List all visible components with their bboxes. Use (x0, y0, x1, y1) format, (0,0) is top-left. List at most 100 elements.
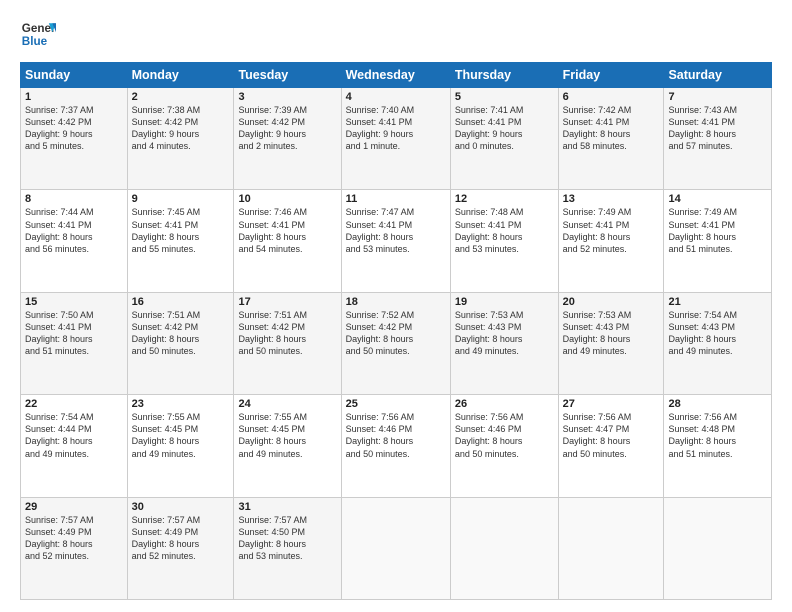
day-number: 10 (238, 193, 336, 205)
day-info: Sunrise: 7:47 AM Sunset: 4:41 PM Dayligh… (346, 206, 446, 255)
day-cell: 11Sunrise: 7:47 AM Sunset: 4:41 PM Dayli… (341, 190, 450, 292)
col-header-sunday: Sunday (21, 63, 128, 88)
day-number: 11 (346, 193, 446, 205)
day-cell (450, 497, 558, 599)
day-number: 22 (25, 398, 123, 410)
day-info: Sunrise: 7:55 AM Sunset: 4:45 PM Dayligh… (132, 411, 230, 460)
day-info: Sunrise: 7:50 AM Sunset: 4:41 PM Dayligh… (25, 309, 123, 358)
day-number: 19 (455, 296, 554, 308)
logo-icon: General Blue (20, 16, 56, 52)
day-info: Sunrise: 7:46 AM Sunset: 4:41 PM Dayligh… (238, 206, 336, 255)
day-info: Sunrise: 7:43 AM Sunset: 4:41 PM Dayligh… (668, 104, 767, 153)
day-number: 23 (132, 398, 230, 410)
week-row-3: 15Sunrise: 7:50 AM Sunset: 4:41 PM Dayli… (21, 292, 772, 394)
day-cell: 20Sunrise: 7:53 AM Sunset: 4:43 PM Dayli… (558, 292, 664, 394)
day-cell: 30Sunrise: 7:57 AM Sunset: 4:49 PM Dayli… (127, 497, 234, 599)
day-cell: 4Sunrise: 7:40 AM Sunset: 4:41 PM Daylig… (341, 88, 450, 190)
day-cell: 26Sunrise: 7:56 AM Sunset: 4:46 PM Dayli… (450, 395, 558, 497)
day-cell: 9Sunrise: 7:45 AM Sunset: 4:41 PM Daylig… (127, 190, 234, 292)
day-number: 3 (238, 91, 336, 103)
day-cell: 21Sunrise: 7:54 AM Sunset: 4:43 PM Dayli… (664, 292, 772, 394)
day-info: Sunrise: 7:49 AM Sunset: 4:41 PM Dayligh… (668, 206, 767, 255)
col-header-saturday: Saturday (664, 63, 772, 88)
day-number: 16 (132, 296, 230, 308)
day-info: Sunrise: 7:40 AM Sunset: 4:41 PM Dayligh… (346, 104, 446, 153)
day-number: 27 (563, 398, 660, 410)
day-cell (341, 497, 450, 599)
day-cell: 29Sunrise: 7:57 AM Sunset: 4:49 PM Dayli… (21, 497, 128, 599)
col-header-tuesday: Tuesday (234, 63, 341, 88)
calendar-table: SundayMondayTuesdayWednesdayThursdayFrid… (20, 62, 772, 600)
day-number: 31 (238, 501, 336, 513)
day-info: Sunrise: 7:41 AM Sunset: 4:41 PM Dayligh… (455, 104, 554, 153)
day-number: 2 (132, 91, 230, 103)
day-info: Sunrise: 7:55 AM Sunset: 4:45 PM Dayligh… (238, 411, 336, 460)
day-info: Sunrise: 7:57 AM Sunset: 4:49 PM Dayligh… (25, 514, 123, 563)
calendar-header-row: SundayMondayTuesdayWednesdayThursdayFrid… (21, 63, 772, 88)
day-cell: 15Sunrise: 7:50 AM Sunset: 4:41 PM Dayli… (21, 292, 128, 394)
day-info: Sunrise: 7:53 AM Sunset: 4:43 PM Dayligh… (563, 309, 660, 358)
day-info: Sunrise: 7:45 AM Sunset: 4:41 PM Dayligh… (132, 206, 230, 255)
day-number: 9 (132, 193, 230, 205)
day-number: 4 (346, 91, 446, 103)
week-row-4: 22Sunrise: 7:54 AM Sunset: 4:44 PM Dayli… (21, 395, 772, 497)
col-header-monday: Monday (127, 63, 234, 88)
day-number: 30 (132, 501, 230, 513)
day-number: 28 (668, 398, 767, 410)
day-info: Sunrise: 7:57 AM Sunset: 4:49 PM Dayligh… (132, 514, 230, 563)
day-cell: 5Sunrise: 7:41 AM Sunset: 4:41 PM Daylig… (450, 88, 558, 190)
day-cell: 17Sunrise: 7:51 AM Sunset: 4:42 PM Dayli… (234, 292, 341, 394)
day-info: Sunrise: 7:48 AM Sunset: 4:41 PM Dayligh… (455, 206, 554, 255)
day-info: Sunrise: 7:56 AM Sunset: 4:48 PM Dayligh… (668, 411, 767, 460)
day-cell: 6Sunrise: 7:42 AM Sunset: 4:41 PM Daylig… (558, 88, 664, 190)
day-cell: 27Sunrise: 7:56 AM Sunset: 4:47 PM Dayli… (558, 395, 664, 497)
col-header-wednesday: Wednesday (341, 63, 450, 88)
header: General Blue (20, 16, 772, 52)
day-cell: 19Sunrise: 7:53 AM Sunset: 4:43 PM Dayli… (450, 292, 558, 394)
day-info: Sunrise: 7:56 AM Sunset: 4:46 PM Dayligh… (455, 411, 554, 460)
day-number: 12 (455, 193, 554, 205)
day-info: Sunrise: 7:37 AM Sunset: 4:42 PM Dayligh… (25, 104, 123, 153)
day-info: Sunrise: 7:54 AM Sunset: 4:43 PM Dayligh… (668, 309, 767, 358)
svg-text:Blue: Blue (22, 35, 48, 48)
col-header-friday: Friday (558, 63, 664, 88)
day-info: Sunrise: 7:39 AM Sunset: 4:42 PM Dayligh… (238, 104, 336, 153)
day-number: 14 (668, 193, 767, 205)
day-cell: 7Sunrise: 7:43 AM Sunset: 4:41 PM Daylig… (664, 88, 772, 190)
day-number: 29 (25, 501, 123, 513)
day-info: Sunrise: 7:51 AM Sunset: 4:42 PM Dayligh… (132, 309, 230, 358)
day-cell: 10Sunrise: 7:46 AM Sunset: 4:41 PM Dayli… (234, 190, 341, 292)
logo: General Blue (20, 16, 56, 52)
day-info: Sunrise: 7:53 AM Sunset: 4:43 PM Dayligh… (455, 309, 554, 358)
day-cell: 23Sunrise: 7:55 AM Sunset: 4:45 PM Dayli… (127, 395, 234, 497)
day-number: 25 (346, 398, 446, 410)
day-cell: 1Sunrise: 7:37 AM Sunset: 4:42 PM Daylig… (21, 88, 128, 190)
day-cell: 18Sunrise: 7:52 AM Sunset: 4:42 PM Dayli… (341, 292, 450, 394)
day-number: 18 (346, 296, 446, 308)
day-number: 6 (563, 91, 660, 103)
day-number: 13 (563, 193, 660, 205)
day-cell: 25Sunrise: 7:56 AM Sunset: 4:46 PM Dayli… (341, 395, 450, 497)
day-number: 24 (238, 398, 336, 410)
day-cell: 16Sunrise: 7:51 AM Sunset: 4:42 PM Dayli… (127, 292, 234, 394)
week-row-5: 29Sunrise: 7:57 AM Sunset: 4:49 PM Dayli… (21, 497, 772, 599)
day-cell: 28Sunrise: 7:56 AM Sunset: 4:48 PM Dayli… (664, 395, 772, 497)
day-info: Sunrise: 7:57 AM Sunset: 4:50 PM Dayligh… (238, 514, 336, 563)
day-number: 20 (563, 296, 660, 308)
day-info: Sunrise: 7:56 AM Sunset: 4:47 PM Dayligh… (563, 411, 660, 460)
day-number: 5 (455, 91, 554, 103)
day-info: Sunrise: 7:44 AM Sunset: 4:41 PM Dayligh… (25, 206, 123, 255)
col-header-thursday: Thursday (450, 63, 558, 88)
day-cell: 13Sunrise: 7:49 AM Sunset: 4:41 PM Dayli… (558, 190, 664, 292)
day-cell: 2Sunrise: 7:38 AM Sunset: 4:42 PM Daylig… (127, 88, 234, 190)
day-number: 21 (668, 296, 767, 308)
day-info: Sunrise: 7:51 AM Sunset: 4:42 PM Dayligh… (238, 309, 336, 358)
day-number: 17 (238, 296, 336, 308)
day-info: Sunrise: 7:49 AM Sunset: 4:41 PM Dayligh… (563, 206, 660, 255)
day-number: 15 (25, 296, 123, 308)
day-cell (558, 497, 664, 599)
day-number: 26 (455, 398, 554, 410)
week-row-1: 1Sunrise: 7:37 AM Sunset: 4:42 PM Daylig… (21, 88, 772, 190)
day-number: 7 (668, 91, 767, 103)
day-info: Sunrise: 7:54 AM Sunset: 4:44 PM Dayligh… (25, 411, 123, 460)
